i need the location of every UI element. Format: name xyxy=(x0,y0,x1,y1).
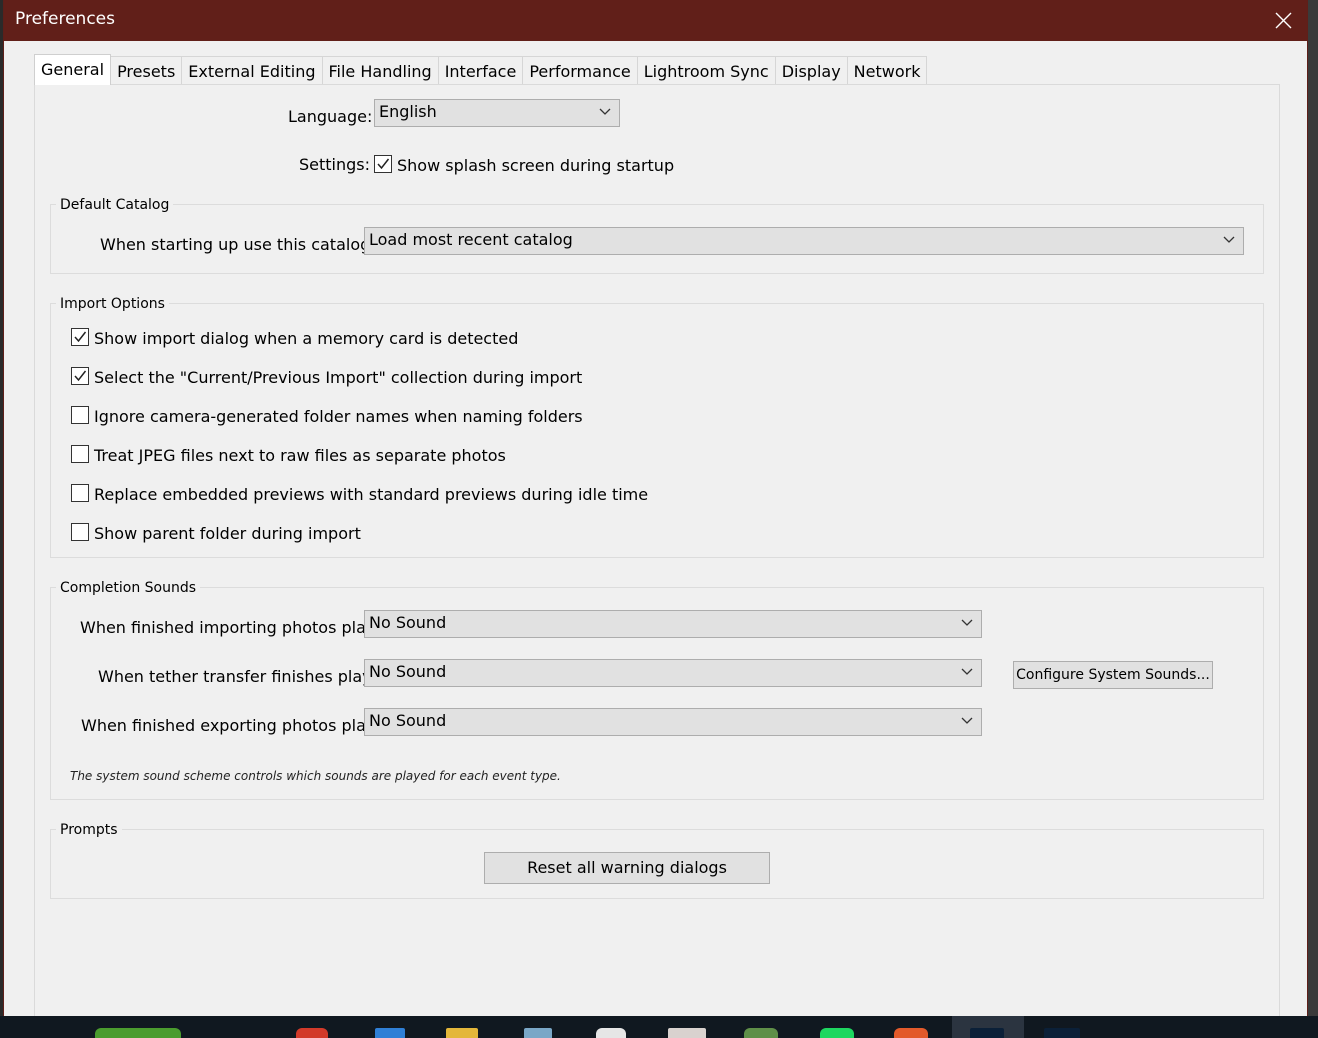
taskbar-app-icon[interactable] xyxy=(668,1028,706,1038)
taskbar-app-icon[interactable] xyxy=(894,1028,928,1038)
checkmark-icon xyxy=(74,370,87,382)
prompts-title: Prompts xyxy=(56,822,122,838)
splash-label[interactable]: Show splash screen during startup xyxy=(397,156,674,175)
default-catalog-title: Default Catalog xyxy=(56,197,174,213)
tab-network[interactable]: Network xyxy=(846,56,928,85)
taskbar-app-icon[interactable] xyxy=(524,1028,552,1038)
clover-app-icon[interactable] xyxy=(95,1028,181,1038)
export-sound-value: No Sound xyxy=(369,711,447,730)
import-option-label-2[interactable]: Select the "Current/Previous Import" col… xyxy=(94,368,582,387)
window-title: Preferences xyxy=(15,9,115,29)
tab-interface[interactable]: Interface xyxy=(437,56,524,85)
lightroom-app-icon[interactable] xyxy=(970,1028,1004,1038)
catalog-select[interactable]: Load most recent catalog xyxy=(364,227,1244,255)
chevron-down-icon xyxy=(961,619,973,626)
catalog-label: When starting up use this catalog: xyxy=(100,235,376,254)
chevron-down-icon xyxy=(961,668,973,675)
close-icon xyxy=(1275,12,1292,29)
splash-checkbox[interactable] xyxy=(374,155,392,173)
taskbar-app-icon[interactable] xyxy=(596,1028,626,1038)
tab-display[interactable]: Display xyxy=(774,56,848,85)
taskbar-app-icon[interactable] xyxy=(296,1028,328,1038)
tether-sound-value: No Sound xyxy=(369,662,447,681)
tab-strip: General Presets External Editing File Ha… xyxy=(34,54,928,85)
import-option-label-3[interactable]: Ignore camera-generated folder names whe… xyxy=(94,407,583,426)
taskbar-app-icon[interactable] xyxy=(744,1028,778,1038)
import-option-checkbox-3[interactable] xyxy=(71,406,89,424)
taskbar-app-icon[interactable] xyxy=(375,1028,405,1038)
export-sound-select[interactable]: No Sound xyxy=(364,708,982,736)
tab-presets[interactable]: Presets xyxy=(110,56,183,85)
sound-scheme-note: The system sound scheme controls which s… xyxy=(70,769,561,783)
title-bar: Preferences xyxy=(4,0,1307,41)
background-window-edge xyxy=(1307,0,1318,1016)
configure-system-sounds-button[interactable]: Configure System Sounds... xyxy=(1013,661,1213,689)
import-option-label-4[interactable]: Treat JPEG files next to raw files as se… xyxy=(94,446,506,465)
completion-sounds-title: Completion Sounds xyxy=(56,580,201,596)
close-button[interactable] xyxy=(1259,0,1307,41)
preferences-dialog: Preferences General Presets External Edi… xyxy=(4,0,1307,1017)
settings-label: Settings: xyxy=(299,155,371,174)
taskbar xyxy=(0,1016,1318,1038)
chevron-down-icon xyxy=(961,717,973,724)
taskbar-app-icon[interactable] xyxy=(820,1028,854,1038)
language-label: Language: xyxy=(288,107,373,126)
checkmark-icon xyxy=(377,158,390,170)
tab-performance[interactable]: Performance xyxy=(522,56,638,85)
chevron-down-icon xyxy=(599,108,611,115)
tab-external-editing[interactable]: External Editing xyxy=(181,56,323,85)
export-sound-label: When finished exporting photos play: xyxy=(81,716,380,735)
tab-lightroom-sync[interactable]: Lightroom Sync xyxy=(636,56,776,85)
import-option-checkbox-2[interactable] xyxy=(71,367,89,385)
language-select[interactable]: English xyxy=(374,99,620,127)
import-option-checkbox-5[interactable] xyxy=(71,484,89,502)
tether-sound-label: When tether transfer finishes play: xyxy=(98,667,376,686)
chevron-down-icon xyxy=(1223,236,1235,243)
reset-warning-dialogs-button[interactable]: Reset all warning dialogs xyxy=(484,852,770,884)
tether-sound-select[interactable]: No Sound xyxy=(364,659,982,687)
checkmark-icon xyxy=(74,331,87,343)
import-option-label-6[interactable]: Show parent folder during import xyxy=(94,524,361,543)
import-option-checkbox-1[interactable] xyxy=(71,328,89,346)
import-option-label-1[interactable]: Show import dialog when a memory card is… xyxy=(94,329,518,348)
taskbar-app-icon[interactable] xyxy=(1044,1028,1080,1038)
language-value: English xyxy=(379,102,437,121)
tab-file-handling[interactable]: File Handling xyxy=(321,56,439,85)
import-sound-select[interactable]: No Sound xyxy=(364,610,982,638)
import-option-label-5[interactable]: Replace embedded previews with standard … xyxy=(94,485,648,504)
import-sound-label: When finished importing photos play: xyxy=(80,618,380,637)
import-sound-value: No Sound xyxy=(369,613,447,632)
tab-general[interactable]: General xyxy=(34,54,112,85)
catalog-value: Load most recent catalog xyxy=(369,230,573,249)
folder-icon[interactable] xyxy=(446,1028,478,1038)
general-panel: Language: English Settings: Show splash … xyxy=(34,84,1280,1017)
import-option-checkbox-6[interactable] xyxy=(71,523,89,541)
import-option-checkbox-4[interactable] xyxy=(71,445,89,463)
import-options-title: Import Options xyxy=(56,296,169,312)
